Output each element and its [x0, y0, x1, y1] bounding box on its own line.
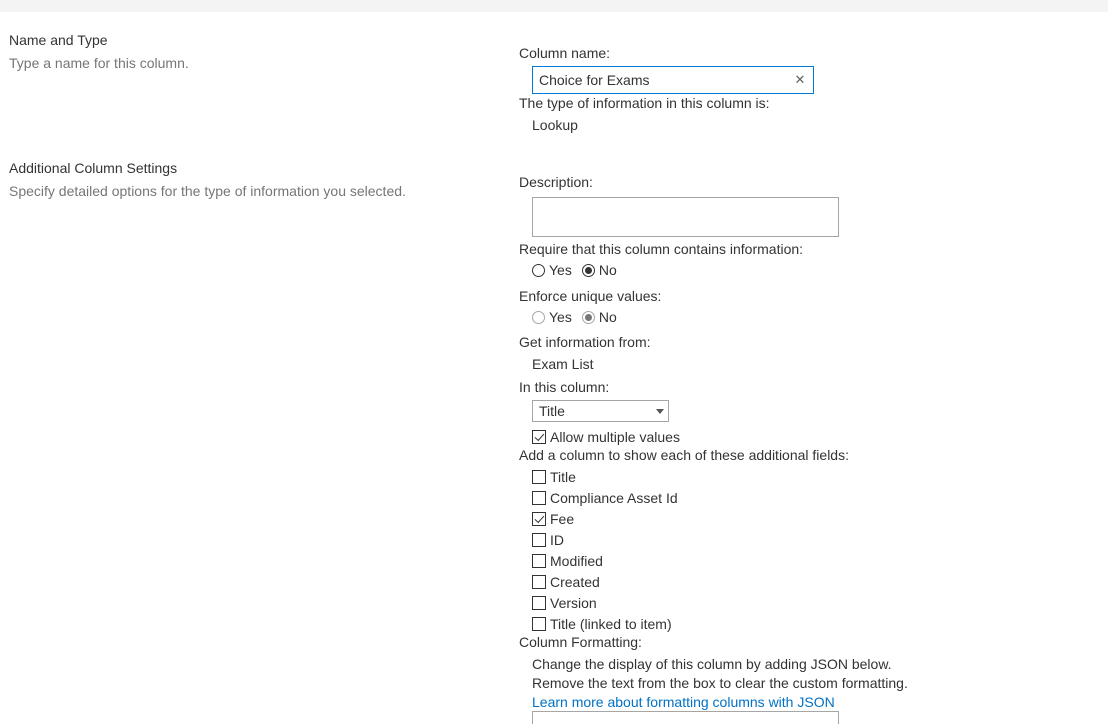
additional-field-row: Compliance Asset Id	[532, 488, 849, 508]
group-unique: Enforce unique values: Yes No	[519, 287, 661, 325]
require-radios: Yes No	[532, 262, 803, 278]
additional-field-checkbox[interactable]	[532, 596, 546, 610]
section-title: Additional Column Settings	[9, 160, 489, 176]
unique-label: Enforce unique values:	[519, 287, 661, 305]
additional-field-row: Title (linked to item)	[532, 614, 849, 634]
group-description: Description:	[519, 173, 839, 240]
formatting-desc-line2: Remove the text from the box to clear th…	[532, 674, 908, 693]
group-formatting: Column Formatting: Change the display of…	[519, 633, 908, 712]
additional-field-row: Title	[532, 467, 849, 487]
group-in-column: In this column: Title Allow multiple val…	[519, 378, 680, 447]
group-require: Require that this column contains inform…	[519, 240, 803, 278]
additional-field-label: Title	[550, 469, 576, 485]
formatting-json-input[interactable]	[532, 711, 839, 724]
additional-field-row: Version	[532, 593, 849, 613]
column-type-value: Lookup	[532, 117, 770, 133]
description-input[interactable]	[532, 197, 839, 237]
unique-radios: Yes No	[532, 309, 661, 325]
section-name-and-type: Name and Type Type a name for this colum…	[9, 32, 489, 73]
additional-field-checkbox[interactable]	[532, 470, 546, 484]
group-source: Get information from: Exam List	[519, 333, 651, 372]
additional-field-label: Compliance Asset Id	[550, 490, 678, 506]
source-label: Get information from:	[519, 333, 651, 351]
unique-yes-radio[interactable]: Yes	[532, 309, 572, 325]
chevron-down-icon	[656, 409, 664, 414]
additional-field-checkbox[interactable]	[532, 491, 546, 505]
additional-field-row: Fee	[532, 509, 849, 529]
formatting-learn-more-link[interactable]: Learn more about formatting columns with…	[532, 693, 908, 712]
section-additional-settings: Additional Column Settings Specify detai…	[9, 160, 489, 201]
additional-field-label: Title (linked to item)	[550, 616, 672, 632]
additional-field-label: Created	[550, 574, 600, 590]
section-title: Name and Type	[9, 32, 489, 48]
group-column-type: The type of information in this column i…	[519, 94, 770, 133]
additional-fields-list: Title Compliance Asset Id Fee ID Modified Cre…	[532, 467, 849, 634]
radio-label: Yes	[549, 309, 572, 325]
top-bar	[0, 0, 1108, 12]
additional-field-row: Created	[532, 572, 849, 592]
additional-field-row: ID	[532, 530, 849, 550]
additional-field-checkbox[interactable]	[532, 575, 546, 589]
column-name-label: Column name:	[519, 44, 814, 62]
in-column-select[interactable]: Title	[532, 400, 669, 422]
formatting-desc-line1: Change the display of this column by add…	[532, 655, 908, 674]
in-column-label: In this column:	[519, 378, 680, 396]
column-name-input-wrap: ✕	[532, 66, 814, 94]
require-no-radio[interactable]: No	[582, 262, 617, 278]
group-column-name: Column name: ✕	[519, 44, 814, 94]
select-value: Title	[539, 403, 565, 419]
unique-no-radio[interactable]: No	[582, 309, 617, 325]
allow-multiple-row: Allow multiple values	[532, 427, 680, 447]
require-yes-radio[interactable]: Yes	[532, 262, 572, 278]
additional-field-checkbox[interactable]	[532, 554, 546, 568]
additional-fields-label: Add a column to show each of these addit…	[519, 446, 849, 464]
allow-multiple-label: Allow multiple values	[550, 429, 680, 445]
additional-field-label: Modified	[550, 553, 603, 569]
additional-field-checkbox[interactable]	[532, 617, 546, 631]
additional-field-checkbox[interactable]	[532, 533, 546, 547]
additional-field-label: Fee	[550, 511, 574, 527]
additional-field-checkbox[interactable]	[532, 512, 546, 526]
description-label: Description:	[519, 173, 839, 191]
group-additional-fields: Add a column to show each of these addit…	[519, 446, 849, 634]
source-value: Exam List	[532, 356, 651, 372]
additional-field-label: Version	[550, 595, 597, 611]
column-type-label: The type of information in this column i…	[519, 94, 770, 112]
additional-field-row: Modified	[532, 551, 849, 571]
formatting-label: Column Formatting:	[519, 633, 908, 651]
radio-label: Yes	[549, 262, 572, 278]
section-desc: Specify detailed options for the type of…	[9, 182, 489, 201]
allow-multiple-checkbox[interactable]	[532, 430, 546, 444]
group-formatting-textarea	[532, 711, 839, 724]
radio-label: No	[599, 262, 617, 278]
section-desc: Type a name for this column.	[9, 54, 489, 73]
clear-input-icon[interactable]: ✕	[792, 72, 808, 88]
column-name-input[interactable]	[532, 66, 814, 94]
require-label: Require that this column contains inform…	[519, 240, 803, 258]
additional-field-label: ID	[550, 532, 564, 548]
radio-label: No	[599, 309, 617, 325]
